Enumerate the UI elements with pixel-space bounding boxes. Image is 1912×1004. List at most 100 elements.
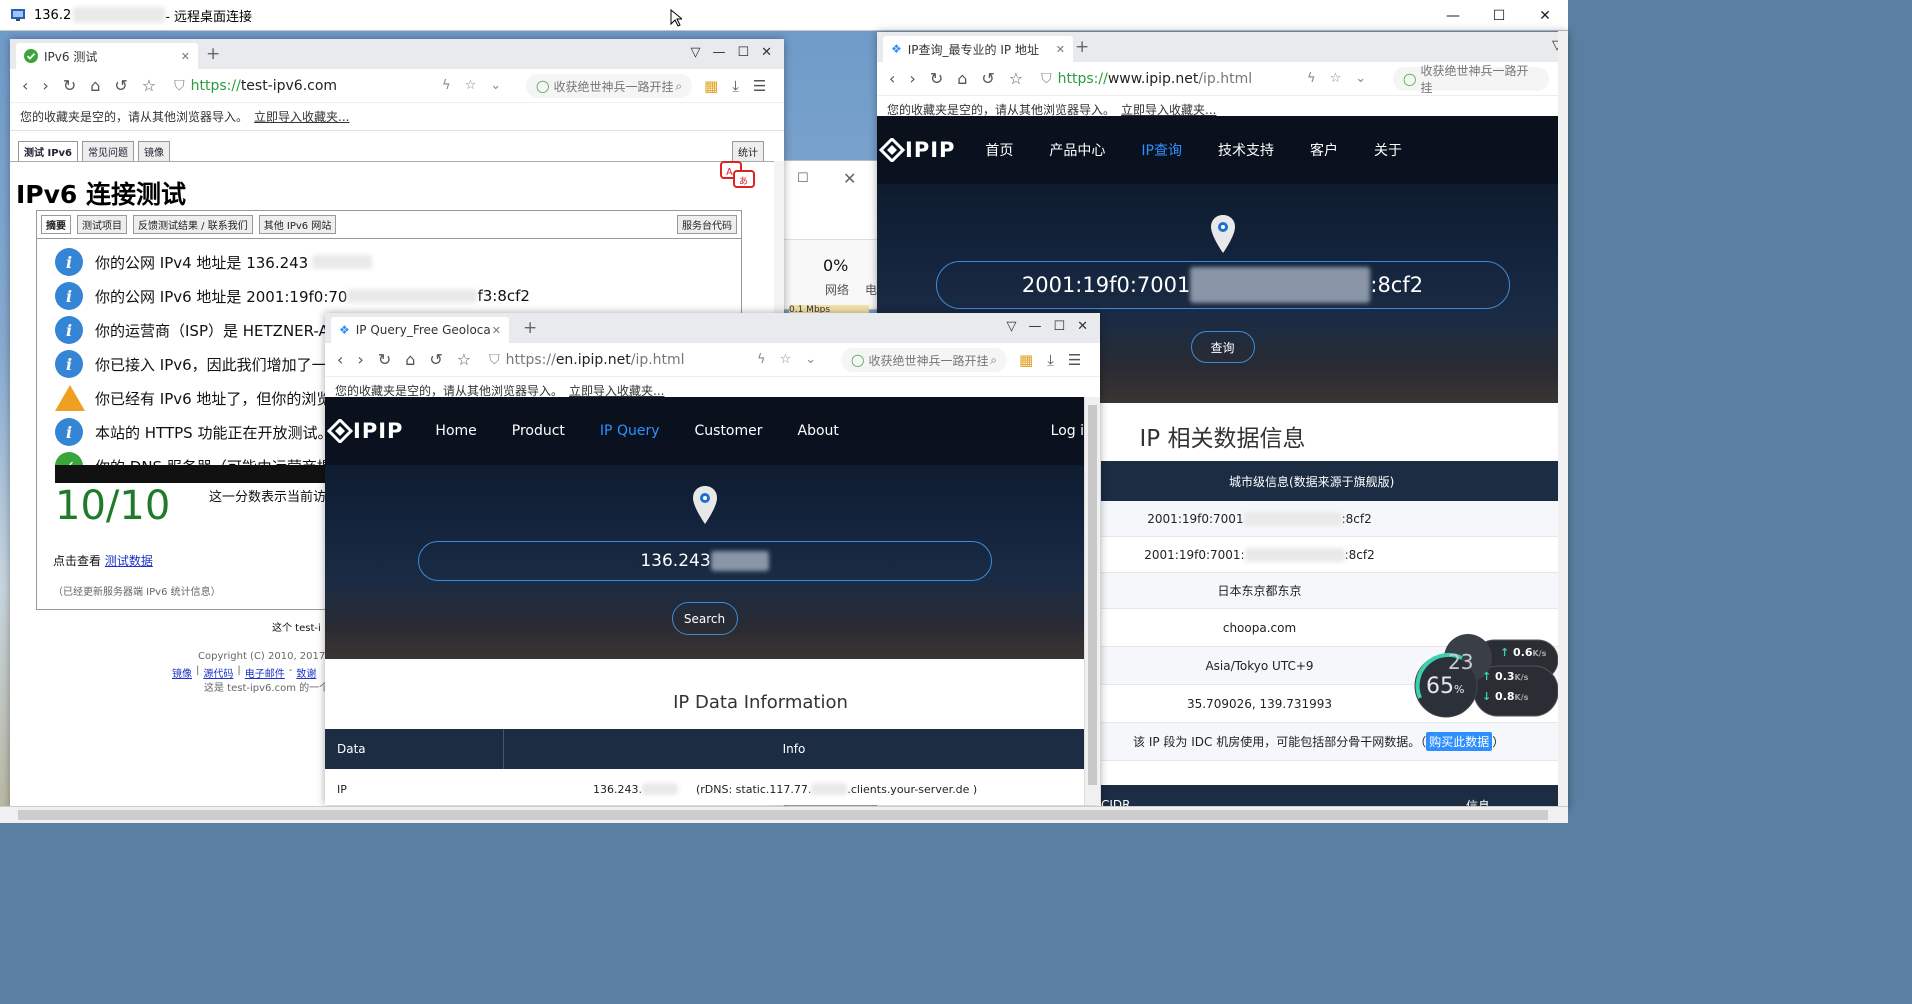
tab-close-icon[interactable]: ✕	[1056, 43, 1065, 56]
reload-icon[interactable]: ↻	[378, 350, 391, 369]
nav-customer[interactable]: Customer	[695, 423, 763, 439]
ip-input[interactable]: 2001:19f0:7001 :8cf2	[935, 261, 1510, 309]
system-monitor-widget[interactable]: 23 65% ↑ 0.6K/s ↑ 0.3K/s ↓ 0.8K/s	[1414, 632, 1560, 722]
maximize-icon[interactable]: ☐	[1053, 319, 1065, 334]
home-icon[interactable]: ⌂	[90, 76, 100, 95]
url-field[interactable]: ⛉ https://en.ipip.net/ip.html	[489, 352, 684, 368]
nav-clients[interactable]: 客户	[1310, 140, 1338, 160]
minimize-button[interactable]: —	[1430, 0, 1476, 31]
undo-icon[interactable]: ↺	[114, 76, 127, 95]
undo-icon[interactable]: ↺	[429, 350, 442, 369]
tab-ipv6[interactable]: IPv6 测试 ✕	[16, 43, 198, 69]
reload-icon[interactable]: ↻	[63, 76, 76, 95]
subtab-feedback[interactable]: 反馈测试结果 / 联系我们	[133, 215, 253, 234]
lightning-icon[interactable]: ϟ	[757, 352, 766, 367]
star-icon[interactable]: ☆	[142, 76, 156, 95]
nav-support[interactable]: 技术支持	[1218, 140, 1274, 160]
download-icon[interactable]: ⤓	[732, 77, 739, 95]
bg-maximize-icon[interactable]: ☐	[797, 171, 809, 186]
nav-home[interactable]: Home	[435, 423, 476, 439]
nav-ip-query[interactable]: IP查询	[1141, 140, 1182, 160]
shirt-skin-icon[interactable]: ▽	[690, 45, 700, 60]
nav-home[interactable]: 首页	[985, 140, 1013, 160]
search-button[interactable]: Search	[671, 602, 738, 635]
nav-about[interactable]: About	[798, 423, 839, 439]
vertical-scrollbar[interactable]	[1558, 31, 1568, 806]
subtab-tests[interactable]: 测试项目	[77, 215, 127, 234]
forward-icon[interactable]: ›	[357, 350, 363, 369]
nav-ip-query[interactable]: IP Query	[600, 423, 660, 439]
back-icon[interactable]: ‹	[337, 350, 343, 369]
chevron-down-icon[interactable]: ⌄	[805, 352, 816, 367]
minimize-icon[interactable]: —	[1028, 319, 1041, 334]
test-data-link[interactable]: 测试数据	[105, 554, 153, 568]
url-field[interactable]: ⛉ https://www.ipip.net/ip.html	[1041, 71, 1252, 87]
subtab-summary[interactable]: 摘要	[41, 215, 71, 234]
minimize-icon[interactable]: —	[712, 45, 725, 60]
translate-icon[interactable]: Aあ	[720, 161, 756, 189]
forward-icon[interactable]: ›	[909, 69, 915, 88]
close-icon[interactable]: ✕	[761, 45, 772, 60]
reload-icon[interactable]: ↻	[930, 69, 943, 88]
forward-icon[interactable]: ›	[42, 76, 48, 95]
new-tab-icon[interactable]: +	[523, 318, 537, 338]
chevron-down-icon[interactable]: ⌄	[490, 78, 501, 93]
back-icon[interactable]: ‹	[22, 76, 28, 95]
tab-test-ipv6[interactable]: 测试 IPv6	[18, 141, 79, 162]
import-bookmarks-link[interactable]: 立即导入收藏夹...	[254, 108, 349, 125]
menu-icon[interactable]: ☰	[753, 77, 766, 95]
favorite-icon[interactable]: ☆	[1330, 71, 1342, 86]
ip-input[interactable]: 136.243	[417, 541, 992, 581]
horizontal-scrollbar[interactable]	[0, 806, 1568, 823]
favorite-icon[interactable]: ☆	[465, 78, 477, 93]
chevron-down-icon[interactable]: ⌄	[1355, 71, 1366, 86]
help-desk-button[interactable]: 服务台代码	[677, 215, 737, 234]
scrollbar-thumb[interactable]	[1088, 405, 1097, 785]
shirt-skin-icon[interactable]: ▽	[1006, 319, 1016, 334]
bg-close-icon[interactable]: ✕	[843, 169, 856, 188]
close-icon[interactable]: ✕	[1077, 319, 1088, 334]
tab-ipip-en[interactable]: ❖ IP Query_Free Geoloca ✕	[331, 317, 509, 343]
new-tab-icon[interactable]: +	[206, 44, 220, 64]
query-button[interactable]: 查询	[1190, 331, 1255, 363]
ipip-logo[interactable]: IPIP	[327, 419, 403, 443]
back-icon[interactable]: ‹	[889, 69, 895, 88]
nav-product[interactable]: Product	[512, 423, 565, 439]
menu-icon[interactable]: ☰	[1068, 351, 1081, 369]
download-icon[interactable]: ⤓	[1047, 351, 1054, 369]
apps-icon[interactable]: ▦	[1019, 351, 1033, 369]
tab-close-icon[interactable]: ✕	[492, 324, 501, 337]
tab-mirrors[interactable]: 镜像	[138, 141, 171, 162]
home-icon[interactable]: ⌂	[957, 69, 967, 88]
search-icon[interactable]: ⌕	[675, 79, 682, 94]
close-button[interactable]: ✕	[1522, 0, 1568, 31]
login-link[interactable]: Log i	[1051, 423, 1084, 439]
tab-faq[interactable]: 常见问题	[82, 141, 135, 162]
apps-icon[interactable]: ▦	[704, 77, 718, 95]
new-tab-icon[interactable]: +	[1075, 37, 1089, 57]
search-input[interactable]: ◯ 收获绝世神兵一路开挂	[1393, 64, 1549, 95]
favorite-icon[interactable]: ☆	[780, 352, 792, 367]
subtab-other-sites[interactable]: 其他 IPv6 网站	[258, 215, 337, 234]
url-field[interactable]: ⛉ https://test-ipv6.com	[174, 78, 337, 94]
nav-products[interactable]: 产品中心	[1049, 140, 1105, 160]
ipip-logo[interactable]: IPIP	[879, 138, 955, 162]
buy-data-link[interactable]: 购买此数据	[1426, 732, 1493, 751]
search-input[interactable]: ◯ 收获绝世神兵一路开挂 ⌕	[841, 348, 1007, 372]
lightning-icon[interactable]: ϟ	[1307, 71, 1316, 86]
search-icon[interactable]: ⌕	[990, 353, 997, 368]
stats-button[interactable]: 统计	[732, 141, 764, 162]
maximize-button[interactable]: ☐	[1476, 0, 1522, 31]
scrollbar-thumb[interactable]	[18, 810, 1548, 820]
search-input[interactable]: ◯ 收获绝世神兵一路开挂 ⌕	[526, 74, 692, 98]
tab-close-icon[interactable]: ✕	[181, 50, 190, 63]
star-icon[interactable]: ☆	[457, 350, 471, 369]
maximize-icon[interactable]: ☐	[737, 45, 749, 60]
lightning-icon[interactable]: ϟ	[442, 78, 451, 93]
nav-about[interactable]: 关于	[1374, 140, 1402, 160]
star-icon[interactable]: ☆	[1009, 69, 1023, 88]
home-icon[interactable]: ⌂	[405, 350, 415, 369]
undo-icon[interactable]: ↺	[981, 69, 994, 88]
scrollbar[interactable]	[1084, 397, 1100, 805]
tab-ipip-cn[interactable]: ❖ IP查询_最专业的 IP 地址 ✕	[883, 36, 1073, 62]
